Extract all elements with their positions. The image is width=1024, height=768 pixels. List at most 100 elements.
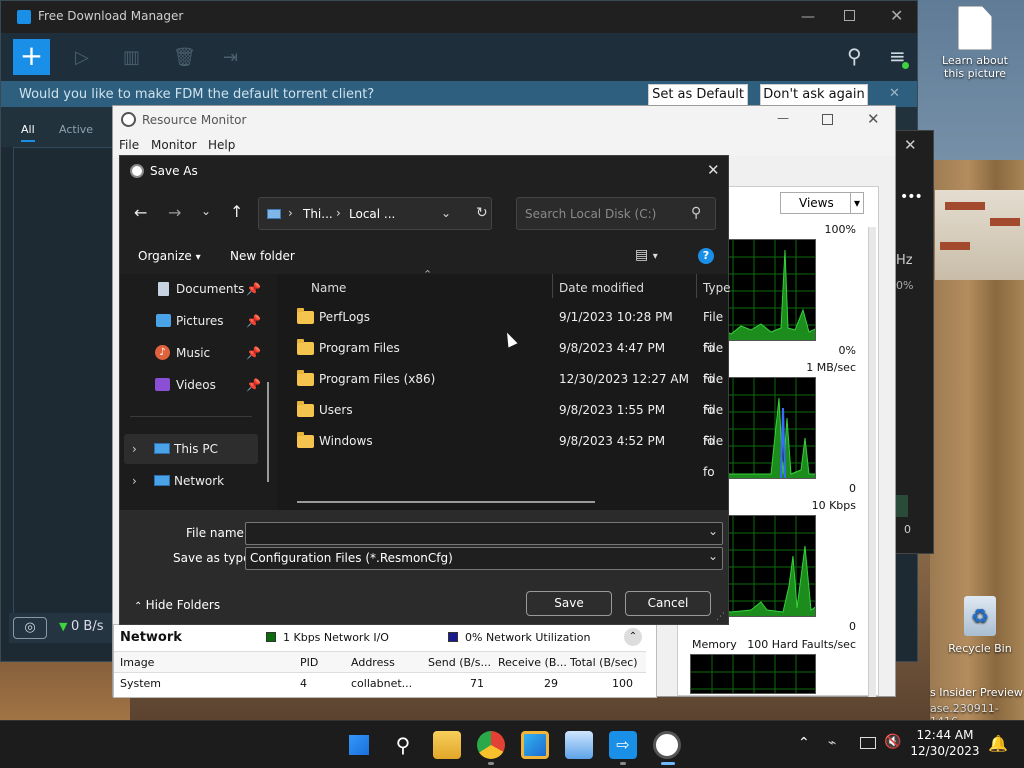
delete-icon[interactable]: 🗑 — [173, 47, 196, 68]
organize-button[interactable]: Organize ▾ — [138, 249, 201, 263]
col-total[interactable]: Total (B/sec) — [570, 656, 638, 669]
resmon-minimize-icon[interactable]: — — [777, 111, 789, 125]
nav-item-this-pc[interactable]: › This PC — [124, 434, 258, 464]
up-icon[interactable]: ↑ — [230, 202, 243, 221]
menu-help[interactable]: Help — [208, 138, 235, 152]
resmon-close-icon[interactable]: ✕ — [867, 110, 880, 128]
column-type[interactable]: Type — [703, 274, 731, 302]
display-icon[interactable] — [860, 737, 876, 749]
chevron-down-icon[interactable]: ⌄ — [708, 524, 718, 538]
search-box[interactable]: Search Local Disk (C:) ⚲ — [516, 197, 716, 230]
refresh-icon[interactable]: ↻ — [476, 205, 488, 221]
nav-item-pictures[interactable]: Pictures 📌 — [130, 306, 270, 336]
nav-item-network[interactable]: › Network — [124, 466, 258, 496]
volume-mute-icon[interactable]: 🔇 — [884, 734, 901, 750]
graph-scrollbar[interactable] — [868, 227, 876, 697]
store-icon[interactable] — [521, 731, 549, 759]
forward-icon[interactable]: → — [168, 203, 181, 222]
file-row-windows[interactable]: Windows 9/8/2023 4:52 PM File fo — [277, 426, 728, 479]
desktop-icon-recycle-bin[interactable]: ♻ Recycle Bin — [940, 596, 1020, 655]
table-row[interactable]: System 4 collabnet... 71 29 100 — [114, 673, 646, 695]
chevron-down-icon[interactable]: ⌄ — [708, 549, 718, 563]
chevron-up-icon[interactable]: ⌃ — [798, 735, 810, 751]
col-send[interactable]: Send (B/s... — [428, 656, 491, 669]
background-close-icon[interactable]: ✕ — [904, 136, 917, 154]
breadcrumb-this-pc[interactable]: Thi... — [303, 207, 333, 221]
resmon-maximize-icon[interactable] — [822, 114, 833, 125]
save-button[interactable]: Save — [526, 591, 612, 616]
file-row-program-files-x86[interactable]: Program Files (x86) 12/30/2023 12:27 AM … — [277, 364, 728, 417]
nav-scrollbar[interactable] — [267, 382, 269, 482]
column-divider[interactable] — [552, 274, 553, 298]
file-row-perflogs[interactable]: PerfLogs 9/1/2023 10:28 PM File fo — [277, 302, 728, 355]
wifi-off-icon[interactable]: ⌁ — [828, 735, 836, 751]
fdm-icon[interactable]: ⇨ — [609, 731, 637, 759]
column-date-modified[interactable]: Date modified — [559, 274, 644, 302]
recent-locations-icon[interactable]: ⌄ — [201, 204, 211, 218]
desktop-icon-learn[interactable]: Learn about this picture — [936, 6, 1014, 80]
dont-ask-again-button[interactable]: Don't ask again — [760, 84, 868, 106]
hide-folders-button[interactable]: ⌃ Hide Folders — [134, 598, 220, 612]
graph-net-min: 0 — [849, 620, 856, 633]
dark-mini-graph — [896, 495, 908, 517]
tab-active[interactable]: Active — [59, 123, 93, 136]
tab-all[interactable]: All — [21, 123, 35, 142]
resume-icon[interactable]: ▷ — [75, 47, 89, 68]
address-bar[interactable]: › Thi... › Local ... ⌄ ↻ — [258, 197, 492, 230]
cancel-button[interactable]: Cancel — [625, 591, 711, 616]
photos-icon[interactable] — [565, 731, 593, 759]
chrome-icon[interactable] — [477, 731, 505, 759]
horizontal-scrollbar[interactable] — [297, 501, 595, 503]
back-icon[interactable]: ← — [134, 203, 147, 222]
network-section-title[interactable]: Network — [120, 630, 182, 645]
resmon-icon[interactable] — [653, 731, 681, 759]
address-dropdown-icon[interactable]: ⌄ — [441, 206, 451, 220]
save-as-title-bar[interactable]: Save As ✕ — [120, 156, 728, 186]
col-image[interactable]: Image — [120, 656, 154, 669]
views-button[interactable]: Views ▾ — [780, 192, 864, 214]
breadcrumb-local-disk[interactable]: Local ... — [349, 207, 395, 221]
search-icon[interactable]: ⚲ — [847, 44, 862, 68]
maximize-icon[interactable] — [844, 10, 855, 21]
column-divider[interactable] — [696, 274, 697, 298]
col-address[interactable]: Address — [351, 656, 395, 669]
nav-item-label: Network — [174, 474, 225, 488]
banner-close-icon[interactable]: ✕ — [889, 86, 900, 101]
file-explorer-icon[interactable] — [433, 731, 461, 759]
resize-grip-icon[interactable]: ⋰ — [716, 612, 725, 622]
save-as-type-select[interactable]: Configuration Files (*.ResmonCfg) — [245, 547, 723, 570]
file-row-users[interactable]: Users 9/8/2023 1:55 PM File fo — [277, 395, 728, 448]
nav-item-videos[interactable]: Videos 📌 — [130, 370, 270, 400]
new-folder-button[interactable]: New folder — [230, 249, 295, 263]
minimize-icon[interactable]: — — [801, 9, 815, 25]
more-icon[interactable]: ••• — [900, 189, 923, 205]
menu-file[interactable]: File — [119, 138, 139, 152]
search-input[interactable]: Search Local Disk (C:) — [525, 207, 656, 221]
file-name-field[interactable] — [245, 522, 723, 545]
cell-send: 71 — [470, 677, 484, 690]
collapse-icon[interactable]: ⌃ — [624, 628, 642, 646]
menu-monitor[interactable]: Monitor — [151, 138, 197, 152]
nav-item-documents[interactable]: Documents 📌 — [130, 274, 270, 304]
dialog-close-icon[interactable]: ✕ — [707, 161, 720, 179]
move-icon[interactable]: ⇥ — [223, 47, 238, 68]
view-options-icon[interactable]: ▤ ▾ — [635, 247, 658, 263]
taskbar-clock[interactable]: 12:44 AM 12/30/2023 — [910, 727, 980, 759]
windows-start-icon[interactable] — [345, 731, 373, 759]
pause-icon[interactable]: ▥ — [123, 47, 140, 68]
fdm-title-bar[interactable]: Free Download Manager — ✕ — [1, 1, 917, 33]
file-row-program-files[interactable]: Program Files 9/8/2023 4:47 PM File fo — [277, 333, 728, 386]
help-icon[interactable]: ? — [698, 248, 714, 264]
notification-bell-icon[interactable]: 🔔 — [988, 734, 1008, 753]
col-pid[interactable]: PID — [300, 656, 318, 669]
add-download-button[interactable]: + — [13, 39, 50, 75]
nav-item-label: Documents — [176, 282, 245, 296]
close-icon[interactable]: ✕ — [890, 6, 903, 25]
col-receive[interactable]: Receive (B... — [498, 656, 567, 669]
set-as-default-button[interactable]: Set as Default — [648, 84, 748, 106]
search-icon[interactable]: ⚲ — [389, 731, 417, 759]
resmon-title-bar[interactable]: Resource Monitor — ✕ — [113, 106, 895, 134]
nav-item-music[interactable]: ♪ Music 📌 — [130, 338, 270, 368]
speed-limiter-icon[interactable]: ◎ — [13, 617, 47, 639]
column-name[interactable]: Name — [311, 274, 346, 302]
